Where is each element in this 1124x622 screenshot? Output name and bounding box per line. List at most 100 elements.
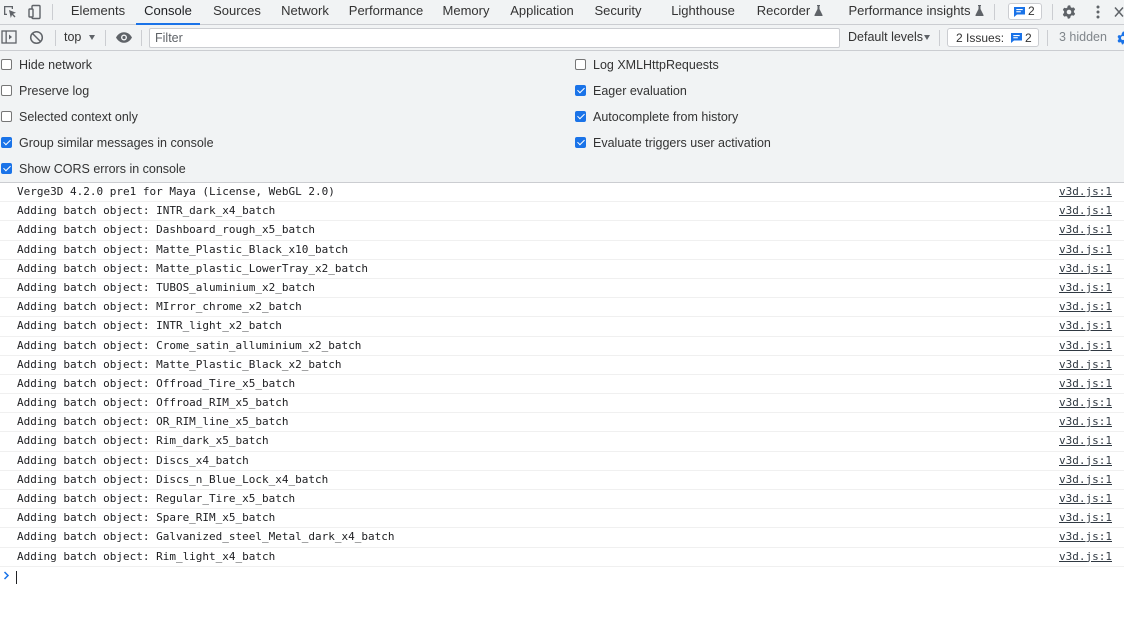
- checkbox-checked[interactable]: [575, 111, 586, 122]
- console-message: Adding batch object: Matte_Plastic_Black…: [0, 241, 1124, 260]
- message-text: Adding batch object: Discs_n_Blue_Lock_x…: [17, 472, 329, 486]
- console-prompt[interactable]: [0, 568, 1124, 586]
- source-link[interactable]: v3d.js:1: [1059, 279, 1112, 297]
- message-text: Adding batch object: Matte_plastic_Lower…: [17, 261, 368, 275]
- message-text: Adding batch object: TUBOS_aluminium_x2_…: [17, 280, 316, 294]
- message-text: Adding batch object: Rim_light_x4_batch: [17, 549, 276, 563]
- message-text: Adding batch object: Discs_x4_batch: [17, 453, 249, 467]
- source-link[interactable]: v3d.js:1: [1059, 260, 1112, 278]
- tab-performance[interactable]: Performance: [342, 0, 430, 24]
- console-message: Adding batch object: Discs_n_Blue_Lock_x…: [0, 471, 1124, 490]
- source-link[interactable]: v3d.js:1: [1059, 452, 1112, 470]
- context-selector[interactable]: top: [64, 30, 81, 44]
- checkbox-checked[interactable]: [575, 137, 586, 148]
- chevron-right-icon: [3, 571, 10, 580]
- source-link[interactable]: v3d.js:1: [1059, 298, 1112, 316]
- setting-label: Evaluate triggers user activation: [593, 136, 771, 150]
- source-link[interactable]: v3d.js:1: [1059, 413, 1112, 431]
- settings-gear-icon[interactable]: [1116, 31, 1124, 48]
- source-link[interactable]: v3d.js:1: [1059, 432, 1112, 450]
- inspect-element-icon[interactable]: [2, 4, 18, 20]
- setting-label: Hide network: [19, 58, 92, 72]
- checkbox[interactable]: [1, 85, 12, 96]
- source-link[interactable]: v3d.js:1: [1059, 471, 1112, 489]
- message-text: Adding batch object: OR_RIM_line_x5_batc…: [17, 415, 289, 429]
- checkbox[interactable]: [575, 59, 586, 70]
- console-message: Adding batch object: Regular_Tire_x5_bat…: [0, 490, 1124, 510]
- source-link[interactable]: v3d.js:1: [1059, 490, 1112, 508]
- console-message: Adding batch object: Matte_Plastic_Black…: [0, 356, 1124, 375]
- source-link[interactable]: v3d.js:1: [1059, 317, 1112, 335]
- tab-sources[interactable]: Sources: [206, 0, 268, 24]
- gear-icon[interactable]: [1061, 4, 1077, 20]
- more-vertical-icon[interactable]: [1090, 4, 1106, 20]
- source-link[interactable]: v3d.js:1: [1059, 241, 1112, 259]
- tab-performance-insights-label: Performance insights: [848, 3, 971, 18]
- issues-button[interactable]: 2 Issues: 2: [947, 28, 1039, 47]
- source-link[interactable]: v3d.js:1: [1059, 337, 1112, 355]
- issues-badge-count: 2: [1028, 4, 1035, 18]
- close-icon[interactable]: [1114, 4, 1124, 20]
- source-link[interactable]: v3d.js:1: [1059, 202, 1112, 220]
- setting-label: Show CORS errors in console: [19, 162, 186, 176]
- console-settings-panel: Hide network Preserve log Selected conte…: [0, 51, 1124, 183]
- source-link[interactable]: v3d.js:1: [1059, 394, 1112, 412]
- checkbox-checked[interactable]: [1, 163, 12, 174]
- message-text: Adding batch object: Rim_dark_x5_batch: [17, 434, 269, 448]
- device-toolbar-icon[interactable]: [27, 4, 43, 20]
- console-message: Adding batch object: Offroad_RIM_x5_batc…: [0, 394, 1124, 414]
- tab-memory[interactable]: Memory: [436, 0, 496, 24]
- source-link[interactable]: v3d.js:1: [1059, 375, 1112, 393]
- tab-network[interactable]: Network: [274, 0, 336, 24]
- tab-bar-divider: [994, 4, 995, 20]
- console-message: Adding batch object: OR_RIM_line_x5_batc…: [0, 413, 1124, 433]
- sidebar-toggle-icon[interactable]: [1, 30, 17, 47]
- message-text: Adding batch object: INTR_dark_x4_batch: [17, 204, 276, 218]
- console-message: Adding batch object: INTR_light_x2_batch…: [0, 317, 1124, 337]
- message-text: Adding batch object: Galvanized_steel_Me…: [17, 530, 395, 544]
- setting-label: Eager evaluation: [593, 84, 687, 98]
- setting-label: Group similar messages in console: [19, 136, 214, 150]
- hidden-messages-count: 3 hidden: [1059, 30, 1107, 44]
- checkbox-checked[interactable]: [575, 85, 586, 96]
- setting-label: Log XMLHttpRequests: [593, 58, 719, 72]
- console-message: Adding batch object: Rim_dark_x5_batch v3…: [0, 432, 1124, 452]
- source-link[interactable]: v3d.js:1: [1059, 183, 1112, 201]
- toolbar-divider: [141, 30, 142, 46]
- text-cursor: [16, 571, 17, 584]
- checkbox[interactable]: [1, 111, 12, 122]
- console-messages: Verge3D 4.2.0 pre1 for Maya (License, We…: [0, 183, 1124, 567]
- message-text: Adding batch object: Spare_RIM_x5_batch: [17, 511, 276, 525]
- source-link[interactable]: v3d.js:1: [1059, 221, 1112, 239]
- console-toolbar: top Default levels 2 Issues: 2 3 hidden: [0, 25, 1124, 51]
- issues-counter-badge[interactable]: 2: [1008, 3, 1042, 20]
- toolbar-divider: [1047, 30, 1048, 46]
- tab-lighthouse[interactable]: Lighthouse: [666, 0, 740, 24]
- console-message: Adding batch object: MIrror_chrome_x2_ba…: [0, 298, 1124, 318]
- console-message: Adding batch object: Dashboard_rough_x5_…: [0, 221, 1124, 241]
- clear-console-icon[interactable]: [29, 30, 44, 48]
- tab-performance-insights[interactable]: Performance insights: [846, 0, 986, 24]
- devtools-tab-bar: Elements Console Sources Network Perform…: [0, 0, 1124, 25]
- checkbox-checked[interactable]: [1, 137, 12, 148]
- tab-application[interactable]: Application: [502, 0, 582, 24]
- console-message: Adding batch object: TUBOS_aluminium_x2_…: [0, 279, 1124, 299]
- tab-elements[interactable]: Elements: [66, 0, 130, 24]
- toolbar-divider: [55, 30, 56, 46]
- filter-input[interactable]: [149, 28, 840, 48]
- message-text: Adding batch object: MIrror_chrome_x2_ba…: [17, 300, 302, 314]
- log-levels-dropdown[interactable]: Default levels: [848, 30, 923, 44]
- source-link[interactable]: v3d.js:1: [1059, 528, 1112, 546]
- tab-recorder[interactable]: Recorder: [750, 0, 830, 24]
- checkbox[interactable]: [1, 59, 12, 70]
- source-link[interactable]: v3d.js:1: [1059, 548, 1112, 566]
- eye-icon[interactable]: [115, 31, 133, 47]
- tab-recorder-label: Recorder: [756, 3, 811, 18]
- console-message: Verge3D 4.2.0 pre1 for Maya (License, We…: [0, 183, 1124, 203]
- source-link[interactable]: v3d.js:1: [1059, 356, 1112, 374]
- tab-console[interactable]: Console: [136, 0, 200, 25]
- tab-security[interactable]: Security: [588, 0, 648, 24]
- message-text: Adding batch object: Offroad_Tire_x5_bat…: [17, 376, 296, 390]
- source-link[interactable]: v3d.js:1: [1059, 509, 1112, 527]
- message-text: Adding batch object: Regular_Tire_x5_bat…: [17, 492, 296, 505]
